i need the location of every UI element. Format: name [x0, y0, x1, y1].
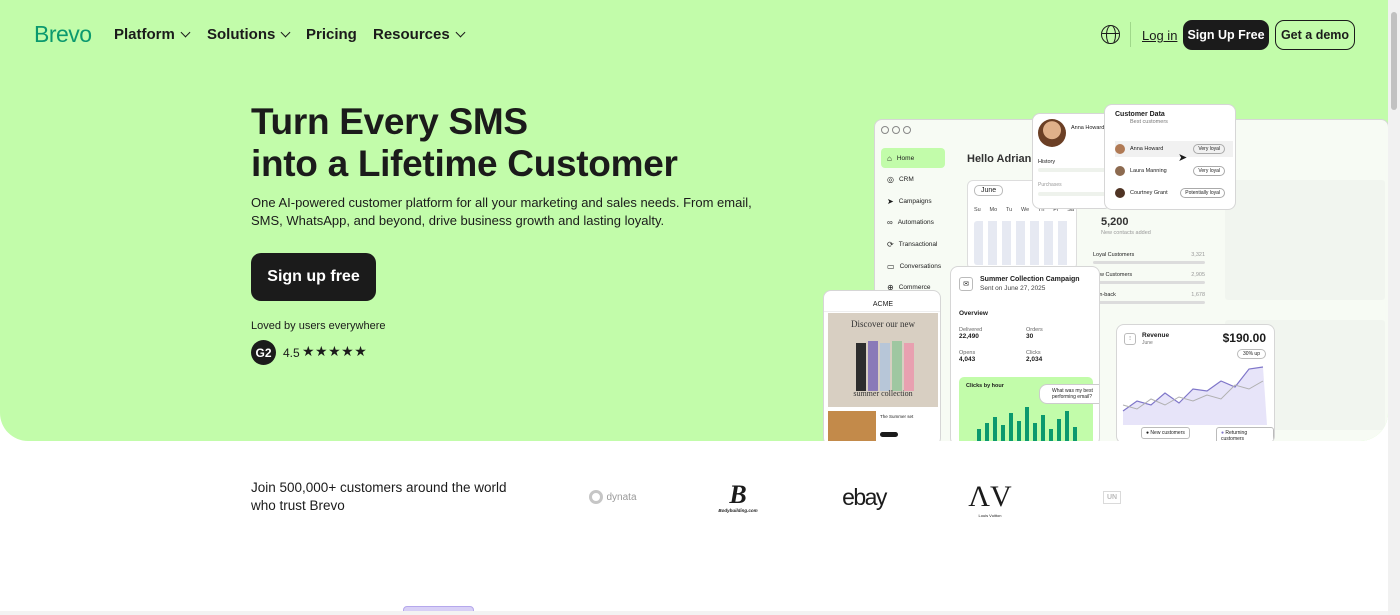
legend-returning-customers: ● Returning customers — [1216, 427, 1274, 441]
dashboard-greeting: Hello Adrian — [967, 153, 1032, 165]
ai-prompt-bubble: What was my best performing email? — [1039, 384, 1099, 404]
segments-list: Loyal Customers 3,321 New Customers 2,905 … — [1093, 252, 1205, 304]
loved-label: Loved by users everywhere — [251, 320, 386, 332]
campaign-card: ✉ Summer Collection Campaign Sent on Jun… — [950, 266, 1100, 441]
next-section-edge — [0, 611, 1388, 615]
campaign-title: Summer Collection Campaign — [980, 276, 1080, 283]
contacts-count: 5,200 — [1101, 216, 1129, 228]
customer-row: Anna Howard Very loyal — [1115, 141, 1233, 157]
sidebar-item-automations: ∞ Automations — [887, 217, 934, 227]
sidebar-item-conversations: ▭ Conversations — [887, 261, 942, 271]
get-demo-button[interactable]: Get a demo — [1275, 20, 1355, 50]
loyalty-badge: Very loyal — [1193, 144, 1225, 154]
phone-product: The Summer set — [880, 414, 914, 419]
sidebar-item-campaigns: ➤ Campaigns — [887, 196, 932, 206]
sidebar-item-crm: ◎ CRM — [887, 174, 914, 184]
customer-row: Laura Manning Very loyal — [1115, 163, 1233, 179]
sidebar-item-transactional: ⟳ Transactional — [887, 239, 938, 249]
avatar — [1115, 144, 1125, 154]
profile-purchases: Purchases — [1038, 182, 1062, 188]
nav-pricing-label: Pricing — [306, 26, 357, 43]
nav-resources-label: Resources — [373, 26, 450, 43]
logo-bodybuilding: B Bodybuilding.com — [718, 479, 758, 513]
scrollbar-thumb[interactable] — [1391, 12, 1397, 110]
revenue-line-chart — [1122, 366, 1267, 425]
home-icon: ⌂ — [887, 153, 892, 163]
revenue-card: ⫶ Revenue June $190.00 30% up ● New cust… — [1116, 324, 1275, 441]
refresh-icon: ⟳ — [887, 239, 894, 249]
hero-signup-button[interactable]: Sign up free — [251, 253, 376, 301]
rating-stars: ★★★★★ — [302, 343, 368, 359]
dynata-icon — [589, 490, 604, 504]
rating-value: 4.5 — [283, 346, 300, 360]
bodybuilding-icon: B — [729, 479, 747, 509]
g2-logo: G2 — [251, 340, 276, 365]
avatar — [1115, 188, 1125, 198]
logo-louis-vuitton: ɅV Louis Vuitton — [968, 479, 1012, 518]
logo-un: UN — [1086, 477, 1138, 517]
trust-text: Join 500,000+ customers around the world… — [251, 480, 507, 513]
nav-platform[interactable]: Platform — [114, 26, 191, 43]
nav-solutions[interactable]: Solutions — [207, 26, 291, 43]
globe-icon[interactable] — [1101, 25, 1120, 44]
window-dots — [881, 126, 911, 134]
nav-platform-label: Platform — [114, 26, 175, 43]
cursor-icon: ➤ — [1178, 152, 1188, 164]
customer-data-title: Customer Data — [1115, 111, 1165, 118]
brevo-logo[interactable]: Brevo — [34, 21, 92, 48]
nav-resources[interactable]: Resources — [373, 26, 466, 43]
loyalty-badge: Potentially loyal — [1180, 188, 1225, 198]
phone-preview: ACME Discover our new summer collection … — [823, 290, 941, 441]
loyalty-badge: Very loyal — [1193, 166, 1225, 176]
logo-dynata: dynata — [585, 477, 641, 517]
sidebar-item-home: ⌂ Home — [881, 148, 945, 168]
hero-title-line1: Turn Every SMS — [251, 101, 528, 142]
phone-banner: Discover our new summer collection — [828, 313, 938, 407]
customer-row: Courtney Grant Potentially loyal — [1115, 185, 1233, 201]
nav-divider — [1130, 22, 1131, 47]
chevron-down-icon — [280, 27, 291, 38]
automation-icon: ∞ — [887, 217, 893, 227]
campaign-overview: Overview — [959, 310, 988, 317]
scrollbar[interactable] — [1388, 0, 1400, 615]
calendar-month: June — [974, 185, 1004, 196]
mail-icon: ✉ — [959, 277, 973, 291]
contacts-icon: ◎ — [887, 174, 894, 184]
hero-title-line2: into a Lifetime Customer — [251, 143, 678, 184]
campaign-stats: Delivered 22,490 Orders 30 Opens 4,043 Clic… — [959, 327, 1043, 363]
hero-title: Turn Every SMS into a Lifetime Customer — [251, 101, 678, 185]
customer-data-subtitle: Best customers — [1130, 119, 1168, 125]
phone-brand: ACME — [824, 301, 940, 312]
logo-ebay: ebay — [842, 483, 887, 510]
send-icon: ➤ — [887, 196, 894, 206]
nav-pricing[interactable]: Pricing — [306, 26, 357, 43]
profile-history: History — [1038, 159, 1056, 165]
hero-section: Brevo Platform Solutions Pricing Resourc… — [0, 0, 1388, 441]
customer-data-card: Customer Data Best customers Anna Howard… — [1104, 104, 1236, 210]
legend-new-customers: ● New customers — [1141, 427, 1190, 439]
chevron-down-icon — [455, 27, 466, 38]
profile-name: Anna Howard — [1071, 125, 1105, 131]
hero-subtitle: One AI-powered customer platform for all… — [251, 195, 752, 228]
chevron-down-icon — [180, 27, 191, 38]
nav-solutions-label: Solutions — [207, 26, 276, 43]
chat-icon: ▭ — [887, 261, 895, 271]
avatar — [1115, 166, 1125, 176]
signup-button[interactable]: Sign Up Free — [1183, 20, 1269, 50]
campaign-sent: Sent on June 27, 2025 — [980, 285, 1046, 292]
login-link[interactable]: Log in — [1142, 28, 1177, 43]
avatar — [1038, 119, 1066, 147]
profile-card: Anna Howard History Purchases — [1032, 113, 1112, 209]
contacts-label: New contacts added — [1101, 230, 1151, 236]
lv-monogram-icon: ɅV — [968, 479, 1012, 513]
